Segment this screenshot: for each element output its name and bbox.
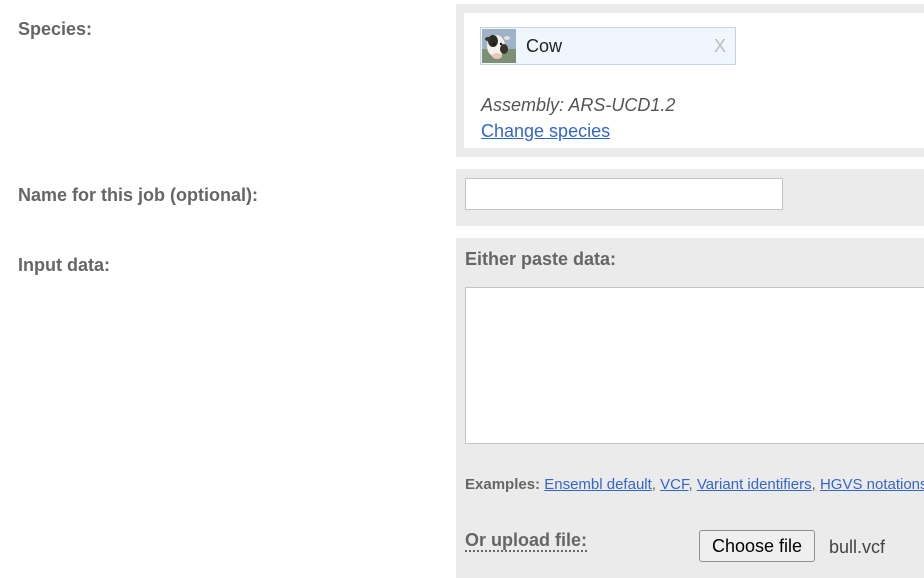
species-label: Species: [18,19,93,39]
example-vcf-link[interactable]: VCF [660,476,688,493]
example-hgvs-notations-link[interactable]: HGVS notations [820,476,924,493]
job-name-panel [456,169,924,226]
paste-data-textarea[interactable] [465,287,924,444]
remove-species-icon[interactable]: X [714,36,726,57]
example-ensembl-default-link[interactable]: Ensembl default [544,476,652,493]
species-name: Cow [526,36,563,56]
input-data-panel: Either paste data: Examples: Ensembl def… [456,238,924,578]
examples-label: Examples: [465,476,541,493]
species-panel: Cow X Assembly: ARS-UCD1.2 Change specie… [456,4,924,157]
example-variant-identifiers-link[interactable]: Variant identifiers [697,476,812,493]
upload-file-label: Or upload file: [465,530,588,552]
examples-row: Examples: Ensembl default, VCF, Variant … [465,476,924,493]
job-name-input[interactable] [465,178,783,210]
species-chip[interactable]: Cow X [480,27,736,65]
species-selector: Cow X Assembly: ARS-UCD1.2 Change specie… [464,13,924,148]
choose-file-button[interactable]: Choose file [699,530,816,562]
paste-data-heading: Either paste data: [465,249,617,269]
job-name-label: Name for this job (optional): [18,185,258,205]
selected-file-name: bull.vcf [829,537,886,557]
cow-icon [482,29,516,63]
input-data-label: Input data: [18,255,110,275]
assembly-text: Assembly: ARS-UCD1.2 [481,95,676,115]
change-species-link[interactable]: Change species [481,121,610,142]
vep-input-form: Species: Name for this job (optional): I… [0,0,924,578]
